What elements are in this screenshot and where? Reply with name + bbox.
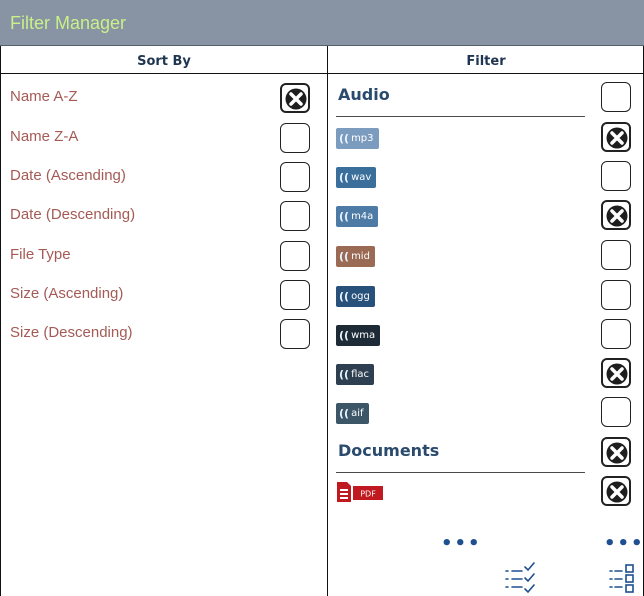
filter-group-documents: Documents bbox=[336, 435, 585, 473]
sort-option-date-ascending[interactable]: Date (Ascending) bbox=[0, 162, 327, 192]
audio-file-icon: (( bbox=[339, 210, 350, 223]
filter-checkbox-pdf[interactable] bbox=[601, 476, 631, 506]
sort-option-label: File Type bbox=[10, 246, 71, 263]
sort-option-name-z-a[interactable]: Name Z-A bbox=[0, 123, 327, 153]
filter-item-wma: (( wma bbox=[336, 325, 381, 346]
sort-option-label: Size (Descending) bbox=[10, 324, 133, 341]
window-title: Filter Manager bbox=[10, 13, 127, 33]
file-ext-label: mid bbox=[351, 251, 370, 262]
audio-file-icon: (( bbox=[339, 171, 350, 184]
filter-header: Filter bbox=[328, 46, 644, 74]
sort-option-date-descending[interactable]: Date (Descending) bbox=[0, 201, 327, 231]
x-mark-icon bbox=[606, 205, 628, 227]
x-mark-icon bbox=[285, 88, 307, 110]
sort-checkbox-date-ascending[interactable] bbox=[280, 162, 310, 192]
filter-checkbox-flac[interactable] bbox=[601, 358, 631, 388]
filter-checkbox-mid[interactable] bbox=[601, 240, 631, 270]
column-divider bbox=[327, 46, 328, 596]
x-mark-icon bbox=[606, 442, 628, 464]
filter-checkbox-ogg[interactable] bbox=[601, 280, 631, 310]
file-ext-label: ogg bbox=[351, 291, 370, 302]
sort-by-header: Sort By bbox=[0, 46, 328, 74]
file-ext-label: PDF bbox=[360, 490, 376, 499]
sort-option-label: Date (Ascending) bbox=[10, 167, 126, 184]
audio-file-icon: (( bbox=[339, 407, 350, 420]
audio-file-icon: (( bbox=[339, 250, 350, 263]
file-ext-label: wma bbox=[351, 330, 376, 341]
audio-file-icon: (( bbox=[339, 290, 350, 303]
filter-item-ogg: (( ogg bbox=[336, 286, 375, 307]
sort-checkbox-size-descending[interactable] bbox=[280, 319, 310, 349]
filter-item-mp3: (( mp3 bbox=[336, 128, 379, 149]
sort-option-label: Name Z-A bbox=[10, 128, 79, 145]
x-mark-icon bbox=[606, 127, 628, 149]
file-ext-label: wav bbox=[351, 172, 372, 183]
filter-checkbox-mp3[interactable] bbox=[601, 122, 631, 152]
list-grid-icon[interactable] bbox=[608, 562, 640, 594]
sort-checkbox-size-ascending[interactable] bbox=[280, 280, 310, 310]
filter-checkbox-audio[interactable] bbox=[601, 82, 631, 112]
more-dots-icon[interactable]: ••• bbox=[441, 533, 482, 554]
filter-checkbox-documents[interactable] bbox=[601, 437, 631, 467]
more-dots-icon[interactable]: ••• bbox=[604, 533, 644, 554]
filter-item-wav: (( wav bbox=[336, 167, 377, 188]
title-bar: Filter Manager bbox=[0, 0, 644, 46]
sort-option-label: Name A-Z bbox=[10, 88, 78, 105]
filter-checkbox-m4a[interactable] bbox=[601, 200, 631, 230]
filter-item-mid: (( mid bbox=[336, 246, 375, 267]
sort-option-label: Size (Ascending) bbox=[10, 285, 124, 302]
pdf-file-icon: PDF bbox=[337, 482, 383, 502]
x-mark-icon bbox=[606, 363, 628, 385]
audio-file-icon: (( bbox=[339, 132, 350, 145]
filter-group-audio: Audio bbox=[336, 79, 585, 117]
filter-item-flac: (( flac bbox=[336, 364, 374, 385]
sort-option-size-ascending[interactable]: Size (Ascending) bbox=[0, 280, 327, 310]
filter-checkbox-wma[interactable] bbox=[601, 319, 631, 349]
sort-checkbox-file-type[interactable] bbox=[280, 241, 310, 271]
file-ext-label: mp3 bbox=[351, 133, 374, 144]
x-mark-icon bbox=[606, 481, 628, 503]
sort-checkbox-name-a-z[interactable] bbox=[280, 83, 310, 113]
filter-group-label: Documents bbox=[338, 441, 440, 460]
sort-checkbox-name-z-a[interactable] bbox=[280, 123, 310, 153]
filter-item-aif: (( aif bbox=[336, 403, 369, 424]
sort-option-size-descending[interactable]: Size (Descending) bbox=[0, 319, 327, 349]
filter-item-m4a: (( m4a bbox=[336, 206, 379, 227]
audio-file-icon: (( bbox=[339, 368, 350, 381]
file-ext-label: aif bbox=[351, 408, 364, 419]
filter-group-label: Audio bbox=[338, 85, 390, 104]
audio-file-icon: (( bbox=[339, 329, 350, 342]
file-ext-label: m4a bbox=[351, 211, 374, 222]
sort-option-name-a-z[interactable]: Name A-Z bbox=[0, 83, 327, 113]
sort-option-file-type[interactable]: File Type bbox=[0, 241, 327, 271]
sort-option-label: Date (Descending) bbox=[10, 206, 136, 223]
checklist-icon[interactable] bbox=[504, 562, 536, 594]
sort-checkbox-date-descending[interactable] bbox=[280, 201, 310, 231]
filter-checkbox-wav[interactable] bbox=[601, 161, 631, 191]
file-ext-label: flac bbox=[351, 369, 369, 380]
filter-checkbox-aif[interactable] bbox=[601, 397, 631, 427]
